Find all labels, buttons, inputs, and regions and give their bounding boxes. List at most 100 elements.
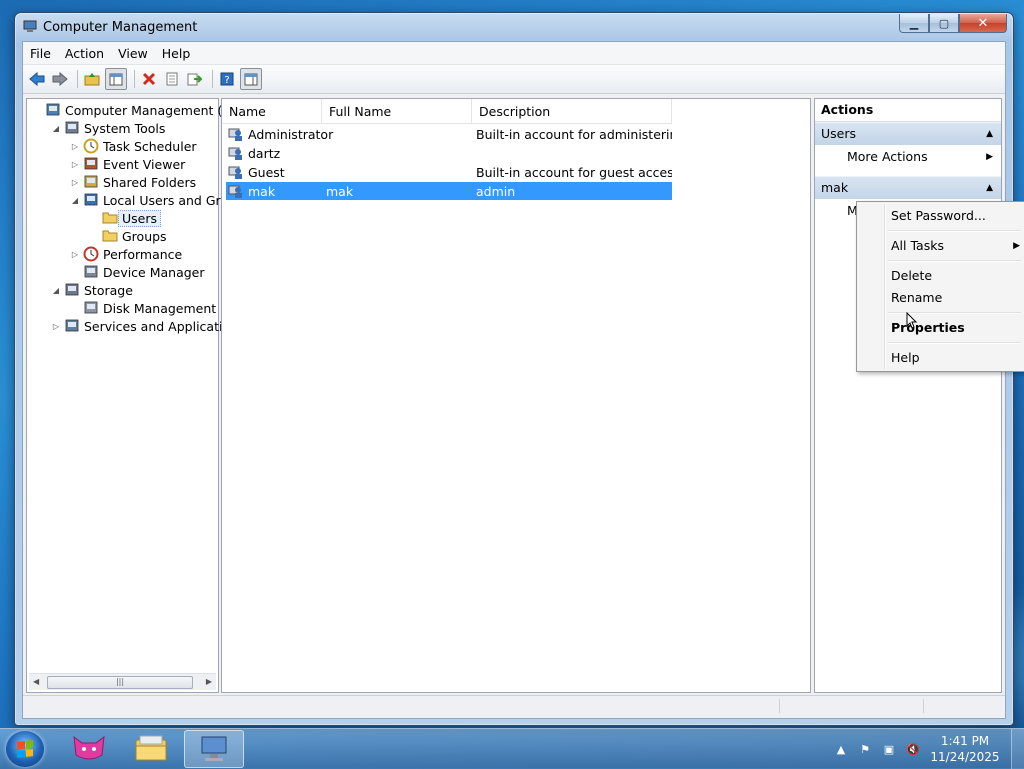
menu-file[interactable]: File xyxy=(23,46,58,61)
maximize-icon: ▢ xyxy=(938,16,950,30)
user-name: Administrator xyxy=(248,126,334,142)
clock-date: 11/24/2025 xyxy=(930,750,1000,764)
back-button[interactable] xyxy=(27,69,47,89)
volume-muted-icon[interactable]: 🔇 xyxy=(903,743,923,756)
show-hide-tree-button[interactable] xyxy=(105,68,127,90)
taskbar-computer-management[interactable] xyxy=(184,730,244,768)
export-list-button[interactable] xyxy=(185,69,205,89)
actions-section-mak[interactable]: mak ▲ xyxy=(815,176,1001,199)
services-icon xyxy=(64,318,80,334)
toolbar-separator xyxy=(212,70,213,88)
action-center-flag-icon[interactable]: ⚑ xyxy=(855,743,875,756)
expand-collapse-icon[interactable]: ▷ xyxy=(69,160,81,169)
show-hidden-icons-icon[interactable]: ▲ xyxy=(831,743,851,756)
system-tray: ▲ ⚑ ▣ 🔇 1:41 PM 11/24/2025 xyxy=(831,729,1024,769)
help-icon: ? xyxy=(220,72,234,86)
menu-help[interactable]: Help xyxy=(155,46,198,61)
column-header-description[interactable]: Description xyxy=(472,99,672,123)
menu-action[interactable]: Action xyxy=(58,46,111,61)
column-header-name[interactable]: Name xyxy=(222,99,322,123)
column-header-full-name[interactable]: Full Name xyxy=(322,99,472,123)
window-title: Computer Management xyxy=(43,20,198,35)
users-list-pane: Name Full Name Description Administrator… xyxy=(221,98,811,693)
expand-collapse-icon[interactable]: ◢ xyxy=(50,286,62,295)
user-name: dartz xyxy=(248,145,281,161)
forward-button[interactable] xyxy=(50,69,70,89)
tree-item[interactable]: Device Manager xyxy=(69,263,205,281)
computer-management-icon xyxy=(23,20,37,32)
computer-management-icon xyxy=(45,102,61,118)
taskbar-explorer[interactable] xyxy=(122,730,180,766)
tree-item[interactable]: ▷ Performance xyxy=(69,245,182,263)
tree-item[interactable]: Users xyxy=(88,209,162,227)
ctx-help[interactable]: Help xyxy=(891,348,1020,368)
show-hide-action-pane-button[interactable] xyxy=(240,68,262,90)
collapse-up-icon[interactable]: ▲ xyxy=(986,177,993,199)
scroll-right-arrow-icon[interactable]: ▶ xyxy=(206,677,212,686)
more-actions-label: More Actions xyxy=(847,149,928,164)
more-actions-item[interactable]: More Actions ▶ xyxy=(847,146,995,168)
user-row[interactable]: Administrator Built-in account for admini… xyxy=(226,125,672,143)
scroll-thumb[interactable]: ||| xyxy=(47,676,193,689)
console-tree: Computer Management (Local ◢ System Tools ▷… xyxy=(26,98,255,693)
expand-collapse-icon[interactable]: ▷ xyxy=(69,142,81,151)
user-row[interactable]: Guest Built-in account for guest access t… xyxy=(226,163,672,181)
column-header-row: Name Full Name Description xyxy=(222,99,672,124)
user-description: Built-in account for administering... xyxy=(476,126,672,142)
properties-toolbar-button[interactable] xyxy=(162,69,182,89)
tree-item[interactable]: ▷ Shared Folders xyxy=(69,173,196,191)
expand-collapse-icon[interactable]: ▷ xyxy=(50,322,62,331)
show-desktop-button[interactable] xyxy=(1011,729,1024,769)
tree-horizontal-scrollbar[interactable]: ◀ ||| ▶ xyxy=(29,673,216,690)
tree-item-label: Task Scheduler xyxy=(103,138,197,154)
ctx-set-password[interactable]: Set Password... xyxy=(891,206,1020,226)
mouse-cursor-icon xyxy=(906,312,918,329)
clock[interactable]: 1:41 PM 11/24/2025 xyxy=(927,733,1003,765)
menu-view[interactable]: View xyxy=(111,46,155,61)
help-toolbar-button[interactable]: ? xyxy=(217,69,237,89)
tree-item[interactable]: ◢ System Tools xyxy=(50,119,165,137)
ctx-all-tasks[interactable]: All Tasks ▶ xyxy=(891,236,1020,256)
tree-item-label: System Tools xyxy=(84,120,166,136)
actions-section-users-label: Users xyxy=(821,126,857,141)
disk-icon xyxy=(83,300,99,316)
svg-text:?: ? xyxy=(224,75,229,86)
tree-item[interactable]: ▷ Services and Applications xyxy=(50,317,245,335)
up-level-button[interactable] xyxy=(82,69,102,89)
menu-separator xyxy=(888,342,1021,344)
scroll-left-arrow-icon[interactable]: ◀ xyxy=(33,677,39,686)
minimize-button[interactable]: ▁ xyxy=(899,14,929,33)
tree-item-label: Storage xyxy=(84,282,133,298)
actions-section-users[interactable]: Users ▲ xyxy=(815,122,1001,145)
tree-item[interactable]: ▷ Event Viewer xyxy=(69,155,185,173)
tree-item[interactable]: ◢ Storage xyxy=(50,281,133,299)
title-bar[interactable]: Computer Management ▁ ▢ ✕ xyxy=(15,13,1013,41)
collapse-up-icon[interactable]: ▲ xyxy=(986,123,993,145)
network-icon[interactable]: ▣ xyxy=(879,743,899,756)
action-pane-icon xyxy=(244,73,258,85)
actions-pane: Actions Users ▲ More Actions ▶ mak ▲ M xyxy=(814,98,1002,693)
tree-item[interactable]: Disk Management xyxy=(69,299,216,317)
users-groups-icon xyxy=(83,192,99,208)
tree-item-label: Shared Folders xyxy=(103,174,197,190)
user-row[interactable]: dartz xyxy=(226,144,672,162)
ctx-delete[interactable]: Delete xyxy=(891,266,1020,286)
ctx-rename[interactable]: Rename xyxy=(891,288,1020,308)
delete-toolbar-button[interactable] xyxy=(139,69,159,89)
storage-icon xyxy=(64,282,80,298)
expand-collapse-icon[interactable]: ▷ xyxy=(69,250,81,259)
tree-item[interactable]: Groups xyxy=(88,227,167,245)
close-button[interactable]: ✕ xyxy=(959,14,1007,33)
start-button[interactable] xyxy=(6,731,44,767)
user-account-icon xyxy=(228,126,244,142)
expand-collapse-icon[interactable]: ◢ xyxy=(50,124,62,133)
expand-collapse-icon[interactable]: ▷ xyxy=(69,178,81,187)
maximize-button[interactable]: ▢ xyxy=(929,14,959,33)
expand-collapse-icon[interactable]: ◢ xyxy=(69,196,81,205)
toolbar-separator xyxy=(134,70,135,88)
tree-item-label: Disk Management xyxy=(103,300,217,316)
tree-item[interactable]: ▷ Task Scheduler xyxy=(69,137,197,155)
export-icon xyxy=(187,73,203,86)
user-row[interactable]: mak mak admin xyxy=(226,182,672,200)
taskbar-app-cat[interactable] xyxy=(60,730,118,766)
